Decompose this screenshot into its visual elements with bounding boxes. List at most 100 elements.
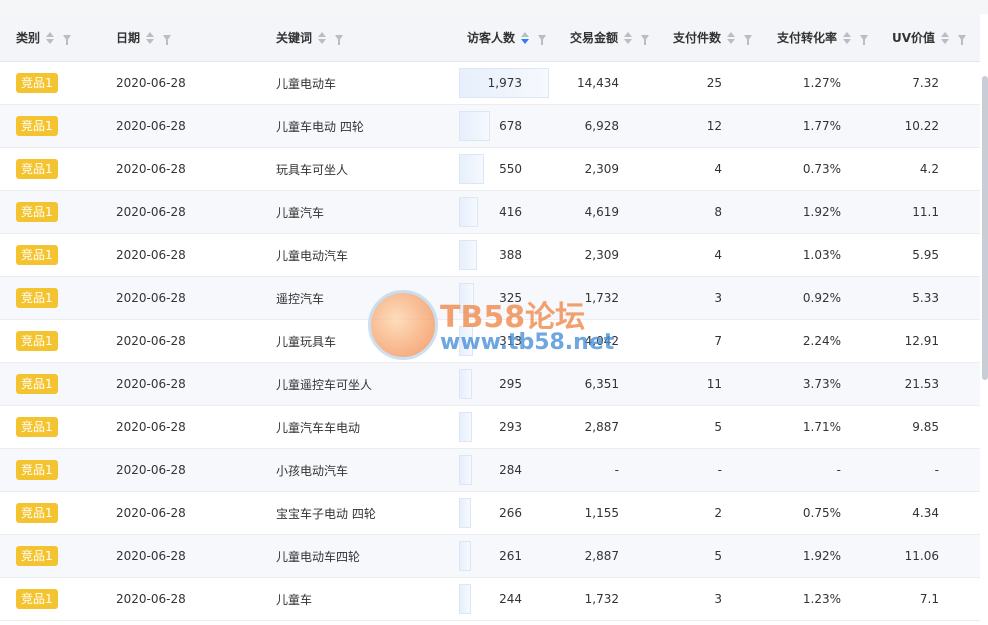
visitors-bar: [459, 369, 472, 399]
cell-date: 2020-06-28: [100, 405, 260, 449]
col-uv[interactable]: UV价值: [882, 14, 980, 62]
cell-visitors: 416: [450, 190, 560, 234]
table-row[interactable]: 竞品1 2020-06-28 小孩电动汽车 284- - - -: [0, 448, 980, 492]
category-tag: 竞品1: [16, 589, 58, 609]
table-row[interactable]: 竞品1 2020-06-28 儿童电动汽车 388 2,309 4 1.03% 5.95: [0, 233, 980, 277]
col-items[interactable]: 支付件数: [663, 14, 766, 62]
cell-category: 竞品1: [0, 61, 100, 105]
cell-visitors: 550: [450, 147, 560, 191]
cell-amount: 2,309: [560, 233, 663, 277]
visitors-value: 550: [499, 162, 522, 176]
filter-icon[interactable]: [860, 34, 868, 45]
cell-date: 2020-06-28: [100, 491, 260, 535]
visitors-value: 416: [499, 205, 522, 219]
cell-items: 4: [663, 147, 766, 191]
sort-icon[interactable]: [624, 31, 632, 44]
filter-icon[interactable]: [63, 34, 72, 45]
cell-keyword: 儿童车电动 四轮: [260, 104, 450, 148]
sort-icon[interactable]: [941, 31, 949, 44]
cell-visitors: 293: [450, 405, 560, 449]
cell-keyword: 儿童电动车: [260, 61, 450, 105]
filter-icon[interactable]: [163, 34, 172, 45]
filter-icon[interactable]: [335, 34, 344, 45]
cell-keyword: 儿童玩具车: [260, 319, 450, 363]
table-header: 类别 日期 关键词 访客人数 交易金额 支付件数 支付转化率 UV价值: [0, 14, 980, 62]
cell-date: 2020-06-28: [100, 276, 260, 320]
col-visitors-label: 访客人数: [466, 31, 515, 45]
col-keyword[interactable]: 关键词: [260, 14, 450, 62]
col-category[interactable]: 类别: [0, 14, 100, 62]
table-row[interactable]: 竞品1 2020-06-28 玩具车可坐人 550 2,309 4 0.73% 4.2: [0, 147, 980, 191]
vertical-scrollbar[interactable]: [982, 76, 988, 380]
cell-amount: 1,155: [560, 491, 663, 535]
cell-keyword: 儿童电动车四轮: [260, 534, 450, 578]
table-row[interactable]: 竞品1 2020-06-28 宝宝车子电动 四轮 266 1,155 2 0.75% 4.34: [0, 491, 980, 535]
table-row[interactable]: 竞品1 2020-06-28 儿童车电动 四轮 678 6,928 12 1.77% 10.2…: [0, 104, 980, 148]
sort-icon-active[interactable]: [521, 31, 529, 44]
category-tag: 竞品1: [16, 374, 58, 394]
cell-visitors: 313: [450, 319, 560, 363]
cell-category: 竞品1: [0, 147, 100, 191]
table-row[interactable]: 竞品1 2020-06-28 儿童玩具车 313 4,042 7 2.24% 12.91: [0, 319, 980, 363]
cell-category: 竞品1: [0, 233, 100, 277]
col-amount-label: 交易金额: [569, 31, 618, 45]
table-row[interactable]: 竞品1 2020-06-28 遥控汽车 325 1,732 3 0.92% 5.33: [0, 276, 980, 320]
sort-icon[interactable]: [318, 31, 327, 44]
sort-icon[interactable]: [46, 31, 55, 44]
cell-category: 竞品1: [0, 104, 100, 148]
cell-amount: 1,732: [560, 276, 663, 320]
category-tag: 竞品1: [16, 288, 58, 308]
table-row[interactable]: 竞品1 2020-06-28 儿童遥控车可坐人 295 6,351 11 3.73% 21.5…: [0, 362, 980, 406]
cell-amount: 14,434: [560, 61, 663, 105]
category-tag: 竞品1: [16, 73, 58, 93]
cell-uv: -: [882, 448, 980, 492]
cell-uv: 4.34: [882, 491, 980, 535]
sort-icon[interactable]: [146, 31, 155, 44]
cell-category: 竞品1: [0, 534, 100, 578]
cell-visitors: 284: [450, 448, 560, 492]
table-row[interactable]: 竞品1 2020-06-28 儿童电动车 1,973 14,434 25 1.27% 7.32: [0, 61, 980, 105]
cell-date: 2020-06-28: [100, 104, 260, 148]
filter-icon[interactable]: [958, 34, 966, 45]
col-visitors[interactable]: 访客人数: [450, 14, 560, 62]
table-row[interactable]: 竞品1 2020-06-28 儿童电动车四轮 261 2,887 5 1.92% 11.06: [0, 534, 980, 578]
cell-uv: 11.06: [882, 534, 980, 578]
cell-amount: 2,309: [560, 147, 663, 191]
visitors-value: 325: [499, 291, 522, 305]
sort-icon[interactable]: [843, 31, 851, 44]
sort-icon[interactable]: [727, 31, 735, 44]
visitors-value: 313: [499, 334, 522, 348]
table-row[interactable]: 竞品1 2020-06-28 儿童汽车车电动 293 2,887 5 1.71% 9.85: [0, 405, 980, 449]
cell-amount: 4,619: [560, 190, 663, 234]
table-row[interactable]: 竞品1 2020-06-28 儿童汽车 416 4,619 8 1.92% 11.1: [0, 190, 980, 234]
cell-uv: 12.91: [882, 319, 980, 363]
cell-visitors: 325: [450, 276, 560, 320]
visitors-bar: [459, 240, 477, 270]
cell-amount: 4,042: [560, 319, 663, 363]
col-date[interactable]: 日期: [100, 14, 260, 62]
cell-amount: 2,887: [560, 405, 663, 449]
cell-items: 4: [663, 233, 766, 277]
keyword-table-panel: 类别 日期 关键词 访客人数 交易金额 支付件数 支付转化率 UV价值 竞品1 2…: [0, 14, 988, 625]
cell-items: 2: [663, 491, 766, 535]
table-row[interactable]: 竞品1 2020-06-28 儿童车 244 1,732 3 1.23% 7.1: [0, 577, 980, 621]
cell-conv: 1.77%: [766, 104, 882, 148]
cell-items: 5: [663, 534, 766, 578]
visitors-bar: [459, 197, 478, 227]
cell-conv: 1.23%: [766, 577, 882, 621]
visitors-bar: [459, 412, 472, 442]
category-tag: 竞品1: [16, 331, 58, 351]
filter-icon[interactable]: [744, 34, 752, 45]
category-tag: 竞品1: [16, 245, 58, 265]
cell-keyword: 小孩电动汽车: [260, 448, 450, 492]
cell-conv: -: [766, 448, 882, 492]
filter-icon[interactable]: [641, 34, 649, 45]
cell-amount: 6,928: [560, 104, 663, 148]
cell-keyword: 儿童汽车车电动: [260, 405, 450, 449]
cell-category: 竞品1: [0, 491, 100, 535]
col-conv[interactable]: 支付转化率: [766, 14, 882, 62]
filter-icon[interactable]: [538, 34, 546, 45]
cell-amount: 1,732: [560, 577, 663, 621]
keyword-table: 类别 日期 关键词 访客人数 交易金额 支付件数 支付转化率 UV价值 竞品1 2…: [0, 14, 980, 621]
col-amount[interactable]: 交易金额: [560, 14, 663, 62]
